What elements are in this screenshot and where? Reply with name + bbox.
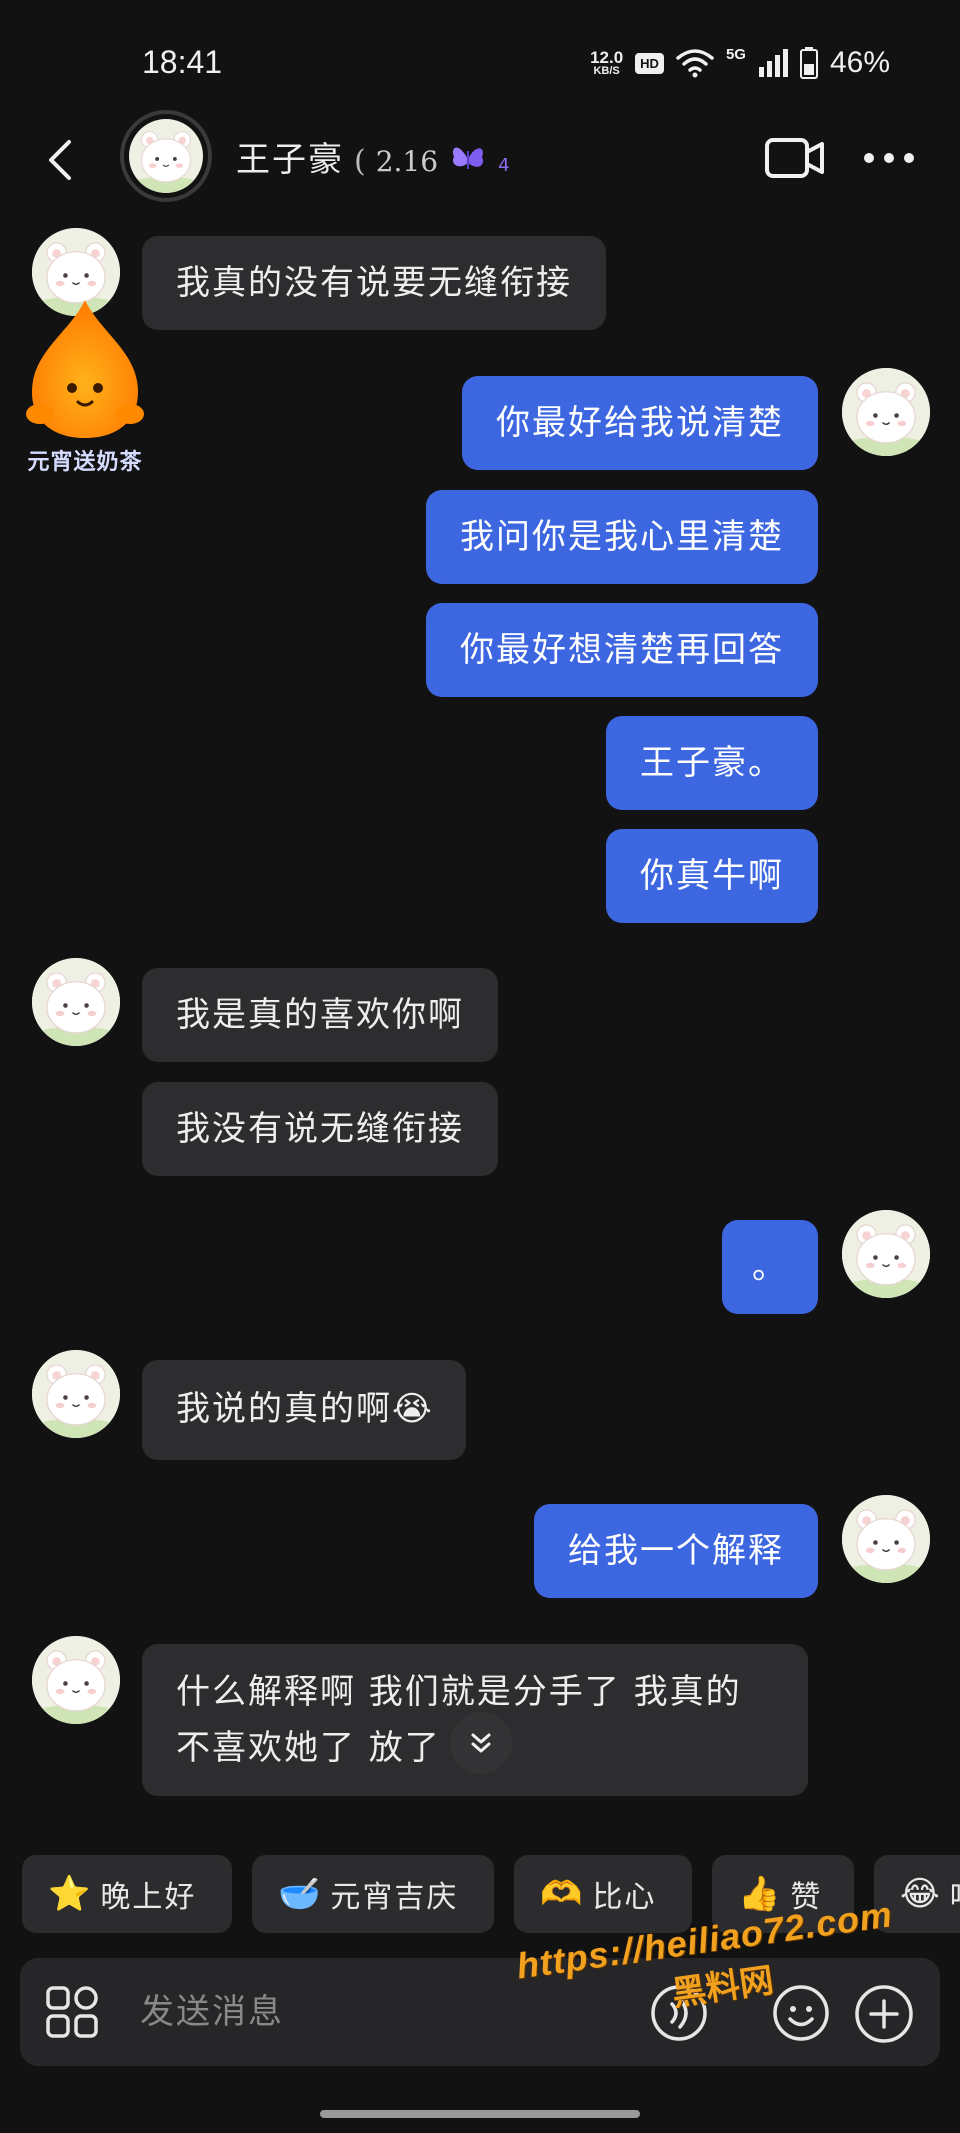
message-bubble-outgoing[interactable]: 给我一个解释 <box>534 1504 818 1598</box>
bowl-icon: 🥣 <box>278 1874 321 1914</box>
title-paren: ( <box>354 144 366 179</box>
video-call-button[interactable] <box>764 136 826 180</box>
quick-reply-chip[interactable]: 🥣 元宵吉庆 <box>252 1855 494 1933</box>
network-speed: 12.0 KB/S <box>590 49 623 77</box>
status-bar: 18:41 12.0 KB/S HD 5G 46% <box>0 0 960 120</box>
bear-avatar-image <box>129 119 203 193</box>
hd-badge: HD <box>635 52 664 74</box>
chevron-left-icon <box>49 140 71 180</box>
my-message-avatar[interactable] <box>842 368 930 456</box>
crying-face-emoji: 😭 <box>392 1389 432 1429</box>
contact-title[interactable]: 王子豪 ( 2.16 4 <box>236 132 510 181</box>
bear-avatar-image <box>32 1636 120 1724</box>
flame-mascot-icon <box>26 300 144 438</box>
video-camera-icon <box>765 138 824 178</box>
status-time: 18:41 <box>142 44 223 80</box>
contact-message-avatar[interactable] <box>32 958 120 1046</box>
thumbs-up-icon: 👍 <box>738 1874 781 1914</box>
quick-reply-label: 元宵吉庆 <box>330 1880 459 1915</box>
network-speed-value: 12.0 <box>590 48 624 67</box>
signal-icon <box>758 49 788 77</box>
message-bubble-incoming[interactable]: 我真的没有说要无缝衔接 <box>142 236 606 330</box>
network-speed-unit: KB/S <box>593 65 620 77</box>
home-indicator[interactable] <box>320 2110 640 2118</box>
lantern-festival-promo[interactable]: 元宵送奶茶 <box>20 292 150 475</box>
contact-message-avatar[interactable] <box>32 1636 120 1724</box>
intimacy-level: 4 <box>498 155 510 176</box>
message-bubble-outgoing[interactable]: 王子豪。 <box>606 716 818 810</box>
message-bubble-incoming[interactable]: 我是真的喜欢你啊 <box>142 968 498 1062</box>
dot-icon <box>884 153 894 163</box>
quick-reply-label: 晚上好 <box>100 1880 197 1915</box>
laughing-face-icon: 😂 <box>900 1874 940 1914</box>
message-bubble-incoming[interactable]: 我没有说无缝衔接 <box>142 1082 498 1176</box>
network-type: 5G <box>725 46 746 63</box>
contact-name: 王子豪 <box>236 140 344 180</box>
back-button[interactable] <box>40 134 80 186</box>
apps-grid-icon[interactable] <box>44 1984 100 2040</box>
contact-message-avatar[interactable] <box>32 1350 120 1438</box>
quick-reply-chip[interactable]: ⭐ 晚上好 <box>22 1855 232 1933</box>
bear-avatar-image <box>842 1210 930 1298</box>
message-bubble-outgoing[interactable]: 你真牛啊 <box>606 829 818 923</box>
double-chevron-down-icon <box>471 1733 491 1753</box>
bear-avatar-image <box>842 1495 930 1583</box>
contact-avatar[interactable] <box>120 110 212 202</box>
dot-icon <box>904 153 914 163</box>
intimacy-score: 2.16 <box>375 145 439 178</box>
star-icon: ⭐ <box>48 1874 91 1914</box>
scroll-to-bottom-button[interactable] <box>450 1712 512 1774</box>
wifi-icon <box>676 49 714 78</box>
message-bubble-outgoing[interactable]: 你最好给我说清楚 <box>462 376 818 470</box>
my-message-avatar[interactable] <box>842 1495 930 1583</box>
dot-icon <box>864 153 874 163</box>
quick-reply-chip[interactable]: 🫶 比心 <box>514 1855 692 1933</box>
my-message-avatar[interactable] <box>842 1210 930 1298</box>
message-bubble-incoming[interactable]: 我说的真的啊😭 <box>142 1360 466 1460</box>
bear-avatar-image <box>842 368 930 456</box>
butterfly-icon <box>453 146 484 169</box>
message-text: 我说的真的啊 <box>176 1389 392 1429</box>
quick-reply-label: 比心 <box>592 1880 657 1915</box>
chat-header: 王子豪 ( 2.16 4 <box>0 110 960 210</box>
bear-avatar-image <box>32 1350 120 1438</box>
message-bubble-outgoing[interactable]: 我问你是我心里清楚 <box>426 490 818 584</box>
heart-hands-icon: 🫶 <box>540 1874 583 1914</box>
battery-icon <box>799 47 818 79</box>
battery-percent: 46% <box>829 46 890 79</box>
message-bubble-outgoing[interactable]: 你最好想清楚再回答 <box>426 603 818 697</box>
more-options-button[interactable] <box>864 150 920 166</box>
bear-avatar-image <box>32 958 120 1046</box>
status-indicators: 12.0 KB/S HD 5G 46% <box>590 46 890 80</box>
message-bubble-outgoing[interactable]: 。 <box>722 1220 818 1314</box>
quick-reply-label: 哈 <box>950 1872 960 1916</box>
promo-label: 元宵送奶茶 <box>27 450 143 475</box>
